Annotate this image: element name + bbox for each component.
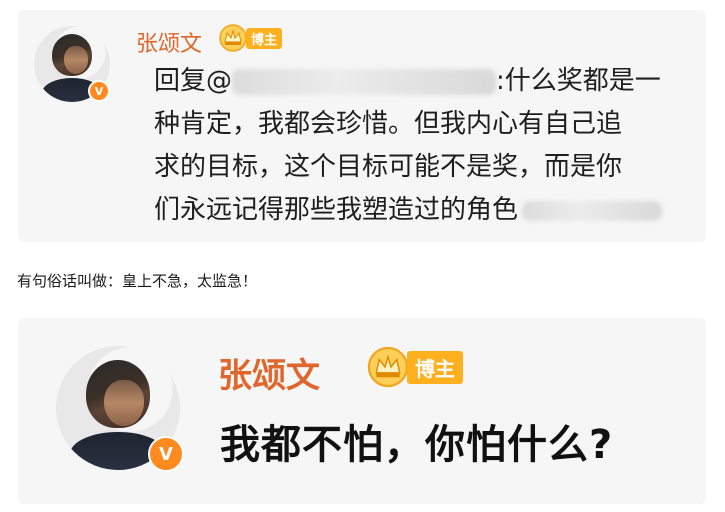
reply-line-2: 种肯定，我都会珍惜。但我内心有自己追 xyxy=(154,109,623,139)
blurred-tail xyxy=(522,200,663,221)
reply-text: 回复@:什么奖都是一 种肯定，我都会珍惜。但我内心有自己追 求的目标，这个目标可… xyxy=(154,60,694,232)
reply-line-3: 求的目标，这个目标可能不是奖，而是你 xyxy=(154,152,623,182)
weibo-post-card: V 张颂文 博主 xyxy=(18,318,706,504)
post-text: 我都不怕，你怕什么? xyxy=(220,422,614,468)
reply-line-1: 回复@:什么奖都是一 xyxy=(154,66,661,96)
verified-icon: V xyxy=(88,80,110,102)
badge-label: 博主 xyxy=(246,27,283,49)
reply-line-4: 们永远记得那些我塑造过的角色 xyxy=(154,189,694,232)
username[interactable]: 张颂文 xyxy=(218,348,320,397)
blurred-mention xyxy=(232,68,497,95)
weibo-reply-card: V 张颂文 博主 回复@:什么奖都是一 种肯定，我都会珍惜。但我内心有自己追 求… xyxy=(18,10,706,242)
verified-icon: V xyxy=(148,436,184,472)
username[interactable]: 张颂文 xyxy=(136,26,202,58)
badge-label: 博主 xyxy=(407,350,463,384)
crown-icon xyxy=(367,346,409,388)
caption-text: 有句俗话叫做：皇上不急，太监急！ xyxy=(17,272,258,290)
crown-icon xyxy=(219,24,247,52)
blogger-badge: 博主 xyxy=(218,24,283,52)
blogger-badge: 博主 xyxy=(366,346,463,388)
